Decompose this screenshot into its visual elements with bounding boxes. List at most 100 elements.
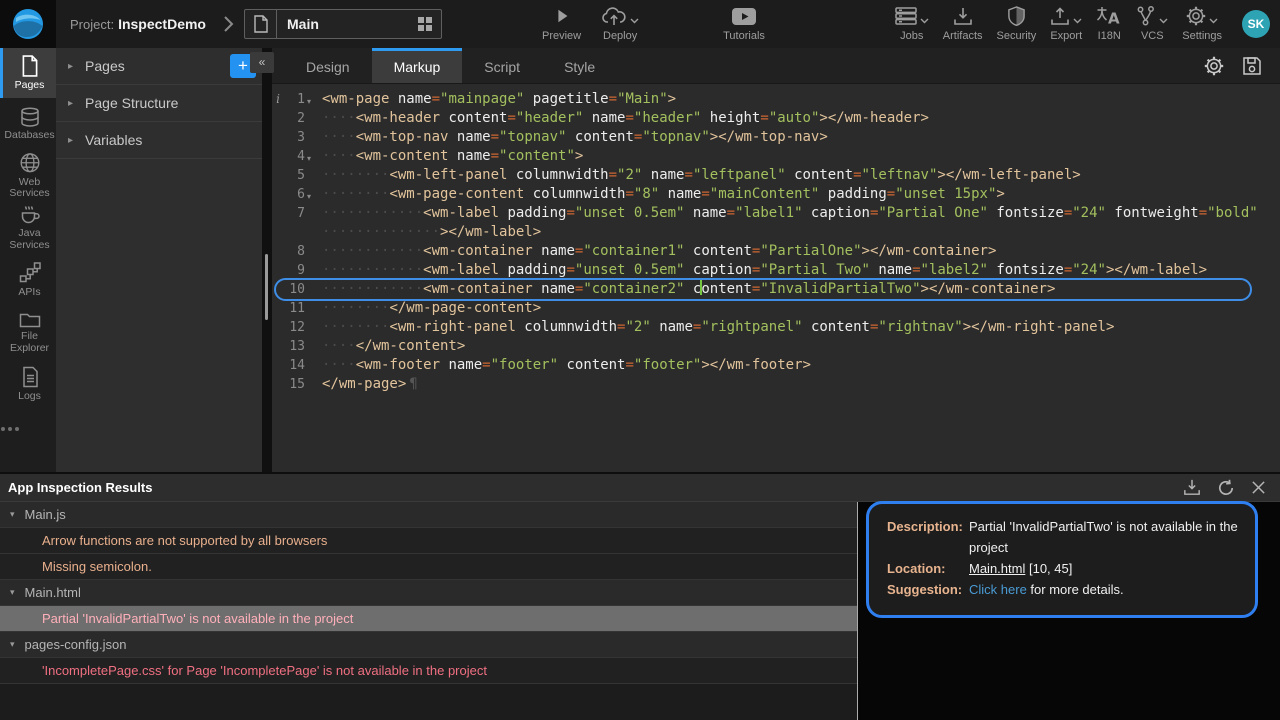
explorer-section-variables[interactable]: ▸ Variables [56,122,262,159]
coffee-icon [19,204,41,225]
inspection-title: App Inspection Results [8,480,1183,495]
deploy-button[interactable]: Deploy [601,6,639,42]
sidebar-item-file-explorer[interactable]: File Explorer [0,306,56,358]
detail-description-row: Description: Partial 'InvalidPartialTwo'… [887,516,1249,558]
detail-location-row: Location: Main.html [10, 45] [887,558,1249,579]
expand-arrow-icon[interactable]: ▸ [68,61,73,72]
app-logo[interactable] [0,0,56,48]
i18n-label: I18N [1098,30,1121,42]
database-icon [19,107,41,127]
sidebar-item-databases[interactable]: Databases [0,98,56,150]
gear-icon [1186,6,1206,26]
security-button[interactable]: Security [997,6,1037,42]
inspection-detail-area: Description: Partial 'InvalidPartialTwo'… [858,502,1280,720]
panel-splitter[interactable]: « [262,48,272,472]
expand-arrow-icon[interactable]: ▸ [68,135,73,146]
editor-settings-button[interactable] [1204,56,1224,76]
sidebar-item-java-services[interactable]: Java Services [0,202,56,254]
expand-arrow-icon[interactable]: ▸ [68,98,73,109]
explorer-section-page-structure[interactable]: ▸ Page Structure [56,85,262,122]
artifacts-button[interactable]: Artifacts [943,6,983,42]
inspection-list: ▾Main.jsArrow functions are not supporte… [0,502,858,720]
inspection-header: App Inspection Results [0,474,1280,502]
preview-button[interactable]: Preview [542,6,581,42]
globe-icon [19,152,41,174]
ellipsis-icon [0,426,20,432]
explorer-section-pages[interactable]: ▸ Pages + [56,48,262,85]
close-panel-button[interactable] [1251,480,1266,495]
sidebar-item-web-services[interactable]: Web Services [0,150,56,202]
i18n-button[interactable]: A I18N [1096,6,1122,42]
code-line-15[interactable]: 15</wm-page>¶ [272,375,1280,394]
inspection-item[interactable]: 'IncompletePage.css' for Page 'Incomplet… [0,658,857,684]
click-here-link[interactable]: Click here [969,582,1027,597]
save-button[interactable] [1242,56,1262,76]
folder-icon [19,310,41,328]
upload-tray-icon [1050,7,1070,26]
tab-script[interactable]: Script [462,48,542,83]
inspection-item[interactable]: Missing semicolon. [0,554,857,580]
code-line-13[interactable]: 13····</wm-content> [272,337,1280,356]
chevron-down-icon [1073,18,1082,24]
logs-icon [20,366,40,388]
code-line-14[interactable]: 14····<wm-footer name="footer" content="… [272,356,1280,375]
pages-icon [20,55,40,77]
location-file-link[interactable]: Main.html [969,561,1025,576]
user-avatar[interactable]: SK [1242,10,1270,38]
app-window: Project:InspectDemo Main Preview [0,0,1280,720]
sidebar-item-apis[interactable]: APIs [0,254,56,306]
inspection-item[interactable]: Partial 'InvalidPartialTwo' is not avail… [0,606,857,632]
sidebar-more-button[interactable] [0,426,56,432]
tab-style[interactable]: Style [542,48,617,83]
suggestion-label: Suggestion: [887,579,969,600]
scrollbar-thumb[interactable] [265,254,268,320]
download-results-button[interactable] [1183,479,1201,496]
project-name: Project:InspectDemo [70,16,206,32]
vcs-button[interactable]: VCS [1136,6,1168,42]
inspection-item[interactable]: Arrow functions are not supported by all… [0,528,857,554]
settings-button[interactable]: Settings [1182,6,1222,42]
inspection-group-header[interactable]: ▾Main.html [0,580,857,606]
workspace: Pages Databases Web Services Java Servic… [0,48,1280,472]
jobs-button[interactable]: Jobs [895,6,929,42]
translate-icon: A [1096,6,1122,26]
security-label: Security [997,30,1037,42]
collapse-panel-button[interactable]: « [250,52,274,73]
code-line-2[interactable]: 2····<wm-header content="header" name="h… [272,109,1280,128]
editor: Design Markup Script Style i1▾<wm-page n… [272,48,1280,472]
code-line-4[interactable]: 4▾····<wm-content name="content"> [272,147,1280,166]
code-line-wrap[interactable]: ··············></wm-label> [272,223,1280,242]
refresh-results-button[interactable] [1217,479,1235,497]
sidebar-item-logs[interactable]: Logs [0,358,56,410]
tab-markup[interactable]: Markup [372,48,463,83]
code-line-5[interactable]: 5········<wm-left-panel columnwidth="2" … [272,166,1280,185]
code-line-3[interactable]: 3····<wm-top-nav name="topnav" content="… [272,128,1280,147]
cloud-upload-icon [601,7,627,26]
inspection-group-header[interactable]: ▾pages-config.json [0,632,857,658]
code-line-8[interactable]: 8············<wm-container name="contain… [272,242,1280,261]
play-icon [553,6,571,26]
code-line-1[interactable]: i1▾<wm-page name="mainpage" pagetitle="M… [272,90,1280,109]
code-line-9[interactable]: 9············<wm-label padding="unset 0.… [272,261,1280,280]
code-editor[interactable]: i1▾<wm-page name="mainpage" pagetitle="M… [272,84,1280,472]
code-line-12[interactable]: 12········<wm-right-panel columnwidth="2… [272,318,1280,337]
inspection-group-header[interactable]: ▾Main.js [0,502,857,528]
page-selector[interactable]: Main [244,9,442,39]
close-icon [1251,480,1266,495]
editor-toolbar [1204,48,1280,83]
chevron-right-icon [222,15,234,33]
description-label: Description: [887,516,969,558]
tutorials-button[interactable]: Tutorials [723,6,765,42]
refresh-icon [1217,479,1235,497]
export-button[interactable]: Export [1050,6,1082,42]
grid-icon[interactable] [417,16,441,32]
code-line-6[interactable]: 6▾········<wm-page-content columnwidth="… [272,185,1280,204]
code-line-10[interactable]: 10············<wm-container name="contai… [272,280,1280,299]
sidebar-item-pages[interactable]: Pages [0,48,56,98]
code-line-11[interactable]: 11········</wm-page-content> [272,299,1280,318]
location-label: Location: [887,558,969,579]
selected-page-name: Main [277,16,417,32]
tab-design[interactable]: Design [284,48,372,83]
code-line-7[interactable]: 7············<wm-label padding="unset 0.… [272,204,1280,223]
save-icon [1242,56,1262,76]
